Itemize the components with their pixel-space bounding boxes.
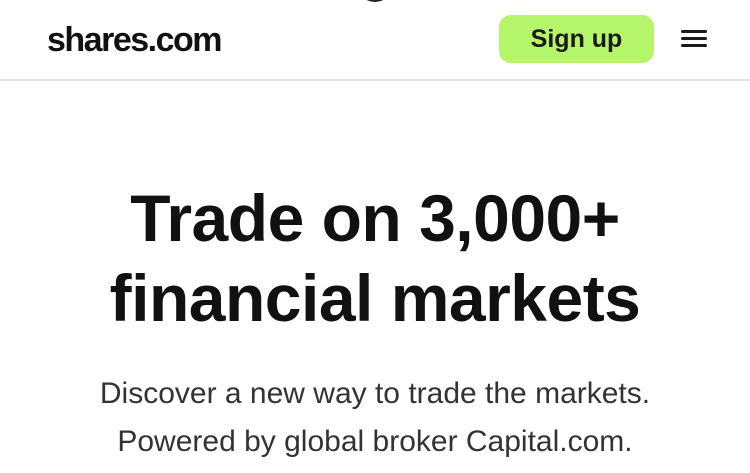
hero-title: Trade on 3,000+ financial markets xyxy=(0,178,750,338)
partial-top-icon xyxy=(357,0,393,2)
top-nav-bar: shares.com Sign up xyxy=(0,0,750,81)
hero-title-line-2: financial markets xyxy=(109,261,641,335)
hero-subtitle-line-2: Powered by global broker Capital.com. xyxy=(117,425,633,458)
hero-title-line-1: Trade on 3,000+ xyxy=(130,181,620,255)
menu-line xyxy=(681,44,707,47)
sign-up-button[interactable]: Sign up xyxy=(499,15,654,63)
menu-line xyxy=(681,37,707,40)
shares-logo[interactable]: shares.com xyxy=(47,20,223,60)
hamburger-menu-icon[interactable] xyxy=(681,28,707,50)
hero-subtitle-line-1: Discover a new way to trade the markets. xyxy=(99,377,651,410)
page: shares.com Sign up Trade on 3,000+ finan… xyxy=(0,0,750,473)
menu-line xyxy=(681,30,707,33)
hero-subtitle: Discover a new way to trade the markets.… xyxy=(0,370,750,466)
